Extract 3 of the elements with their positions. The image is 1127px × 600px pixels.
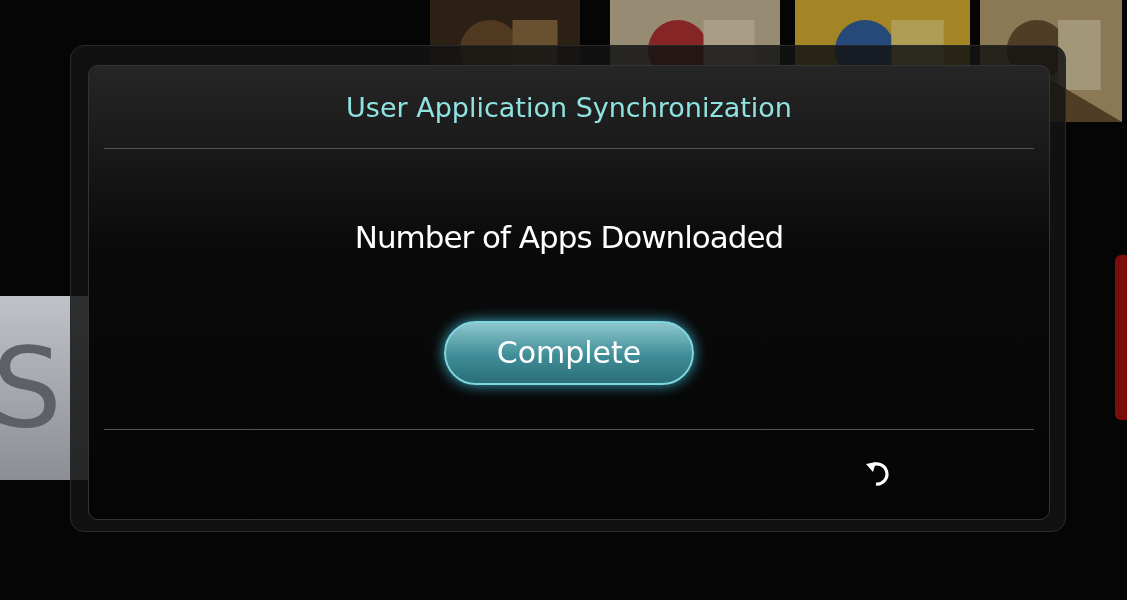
dialog-title: User Application Synchronization (346, 91, 792, 125)
dialog-message: Number of Apps Downloaded (354, 218, 784, 257)
complete-button[interactable]: Complete (444, 320, 694, 385)
